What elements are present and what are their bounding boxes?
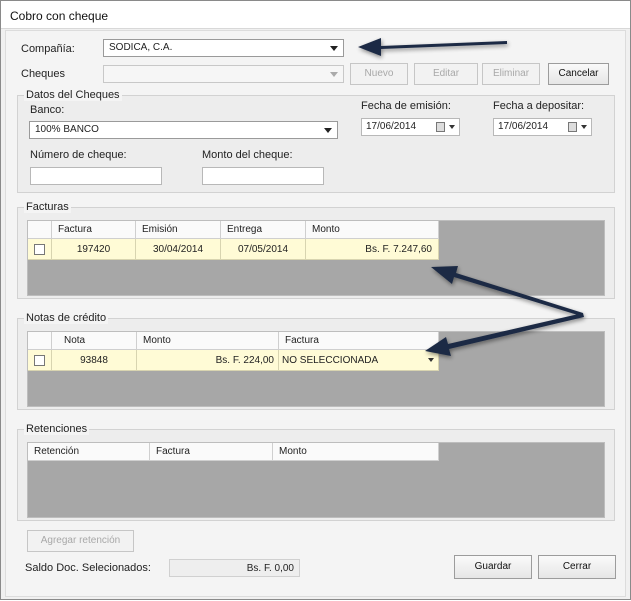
chevron-down-icon [330, 46, 338, 51]
row-checkbox[interactable] [34, 355, 45, 366]
cell-monto: Bs. F. 224,00 [137, 350, 279, 371]
dialog-window: Cobro con cheque Compañía: SODICA, C.A. … [0, 0, 631, 600]
monto-cheque-input[interactable] [202, 167, 324, 185]
chevron-down-icon [330, 72, 338, 77]
facturas-title: Facturas [24, 201, 71, 213]
guardar-button[interactable]: Guardar [454, 555, 532, 579]
facturas-group: Facturas Factura Emisión Entrega Monto 1… [17, 201, 615, 299]
column-header-factura[interactable]: Factura [279, 332, 439, 350]
chevron-down-icon [428, 358, 434, 362]
column-header-monto[interactable]: Monto [306, 221, 439, 239]
nuevo-button[interactable]: Nuevo [350, 63, 408, 85]
title-bar: Cobro con cheque [1, 1, 630, 29]
fecha-emision-label: Fecha de emisión: [361, 100, 451, 112]
notas-credito-group: Notas de crédito Nota Monto Factura 9384… [17, 312, 615, 410]
datos-cheques-group: Datos del Cheques Banco: 100% BANCO Fech… [17, 89, 615, 193]
column-header-factura[interactable]: Factura [150, 443, 273, 461]
column-header-monto[interactable]: Monto [137, 332, 279, 350]
chevron-down-icon [324, 128, 332, 133]
fecha-depositar-picker[interactable]: 17/06/2014 [493, 118, 592, 136]
cell-factura: 197420 [52, 239, 136, 260]
company-value: SODICA, C.A. [109, 42, 173, 53]
numero-cheque-label: Número de cheque: [30, 149, 127, 161]
row-check-cell [28, 239, 52, 260]
cell-entrega: 07/05/2014 [221, 239, 306, 260]
notas-credito-grid: Nota Monto Factura 93848 Bs. F. 224,00 N… [27, 331, 605, 407]
cell-factura-value: NO SELECCIONADA [282, 355, 379, 366]
cancelar-button[interactable]: Cancelar [548, 63, 609, 85]
column-header-nota[interactable]: Nota [52, 332, 137, 350]
banco-value: 100% BANCO [35, 124, 99, 135]
column-header-entrega[interactable]: Entrega [221, 221, 306, 239]
row-checkbox[interactable] [34, 244, 45, 255]
row-check-cell [28, 350, 52, 371]
banco-select[interactable]: 100% BANCO [29, 121, 338, 139]
column-header-check [28, 221, 52, 239]
chevron-down-icon [581, 125, 587, 129]
fecha-depositar-value: 17/06/2014 [498, 121, 549, 132]
cell-monto: Bs. F. 7.247,60 [306, 239, 439, 260]
fecha-depositar-label: Fecha a depositar: [493, 100, 585, 112]
banco-label: Banco: [30, 104, 65, 116]
column-header-check [28, 332, 52, 350]
calendar-icon[interactable] [568, 122, 577, 132]
saldo-value: Bs. F. 0,00 [169, 559, 300, 577]
column-header-factura[interactable]: Factura [52, 221, 136, 239]
retenciones-group: Retenciones Retención Factura Monto [17, 423, 615, 521]
chevron-down-icon [449, 125, 455, 129]
saldo-label: Saldo Doc. Selecionados: [25, 562, 151, 574]
column-header-monto[interactable]: Monto [273, 443, 439, 461]
cheques-label: Cheques [21, 68, 66, 80]
cell-factura-select[interactable]: NO SELECCIONADA [279, 350, 439, 371]
company-label: Compañía: [21, 43, 75, 55]
eliminar-button[interactable]: Eliminar [482, 63, 540, 85]
agregar-retencion-button[interactable]: Agregar retención [27, 530, 134, 552]
cell-emision: 30/04/2014 [136, 239, 221, 260]
editar-button[interactable]: Editar [414, 63, 478, 85]
calendar-icon[interactable] [436, 122, 445, 132]
fecha-emision-value: 17/06/2014 [366, 121, 417, 132]
window-title: Cobro con cheque [10, 9, 109, 23]
retenciones-grid: Retención Factura Monto [27, 442, 605, 518]
dialog-content: Compañía: SODICA, C.A. Cheques Nuevo Edi… [5, 30, 626, 597]
column-header-retencion[interactable]: Retención [28, 443, 150, 461]
numero-cheque-input[interactable] [30, 167, 162, 185]
notas-credito-title: Notas de crédito [24, 312, 109, 324]
column-header-emision[interactable]: Emisión [136, 221, 221, 239]
cerrar-button[interactable]: Cerrar [538, 555, 616, 579]
cheques-select[interactable] [103, 65, 344, 83]
datos-cheques-title: Datos del Cheques [24, 89, 122, 101]
fecha-emision-picker[interactable]: 17/06/2014 [361, 118, 460, 136]
company-select[interactable]: SODICA, C.A. [103, 39, 344, 57]
retenciones-title: Retenciones [24, 423, 90, 435]
facturas-grid: Factura Emisión Entrega Monto 197420 30/… [27, 220, 605, 296]
monto-cheque-label: Monto del cheque: [202, 149, 293, 161]
cell-nota: 93848 [52, 350, 137, 371]
